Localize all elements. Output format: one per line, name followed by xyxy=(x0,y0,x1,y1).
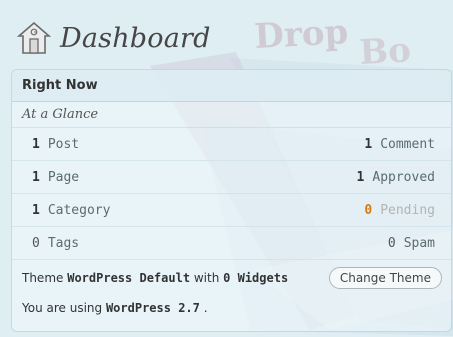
tags-count[interactable]: 0 xyxy=(32,236,40,251)
spam-count[interactable]: 0 xyxy=(388,236,396,251)
tags-link[interactable]: Tags xyxy=(48,236,79,251)
stats-row-posts: 1 Post 1 Comment xyxy=(12,128,451,161)
version-name: WordPress 2.7 xyxy=(105,301,200,315)
at-a-glance-heading: At a Glance xyxy=(12,102,451,128)
panel-title: Right Now xyxy=(12,70,451,102)
approved-count[interactable]: 1 xyxy=(357,170,365,185)
stats-row-tags: 0 Tags 0 Spam xyxy=(12,227,451,260)
right-now-panel: Right Now At a Glance 1 Post 1 Comment 1 Pa… xyxy=(11,69,452,332)
pages-link[interactable]: Page xyxy=(48,170,79,185)
version-info: You are using WordPress 2.7 . xyxy=(22,301,208,315)
approved-link[interactable]: Approved xyxy=(372,170,435,185)
pages-count[interactable]: 1 xyxy=(32,170,40,185)
categories-count[interactable]: 1 xyxy=(32,203,40,218)
change-theme-button[interactable]: Change Theme xyxy=(328,267,442,289)
spam-link[interactable]: Spam xyxy=(404,236,435,251)
widgets-count[interactable]: 0 Widgets xyxy=(223,271,288,285)
dashboard-header: Dashboard xyxy=(16,16,211,60)
comments-count[interactable]: 1 xyxy=(364,137,372,152)
page-title: Dashboard xyxy=(60,22,211,54)
posts-link[interactable]: Post xyxy=(48,137,79,152)
theme-info: Theme WordPress Default with 0 Widgets C… xyxy=(12,260,451,296)
stats-row-categories: 1 Category 0 Pending xyxy=(12,194,451,227)
theme-name[interactable]: WordPress Default xyxy=(67,271,190,285)
pending-link[interactable]: Pending xyxy=(380,203,435,218)
home-icon xyxy=(16,21,52,54)
comments-link[interactable]: Comment xyxy=(380,137,435,152)
theme-text: Theme WordPress Default with 0 Widgets xyxy=(22,271,289,285)
posts-count[interactable]: 1 xyxy=(32,137,40,152)
pending-count[interactable]: 0 xyxy=(364,203,372,218)
stats-row-pages: 1 Page 1 Approved xyxy=(12,161,451,194)
categories-link[interactable]: Category xyxy=(48,203,111,218)
